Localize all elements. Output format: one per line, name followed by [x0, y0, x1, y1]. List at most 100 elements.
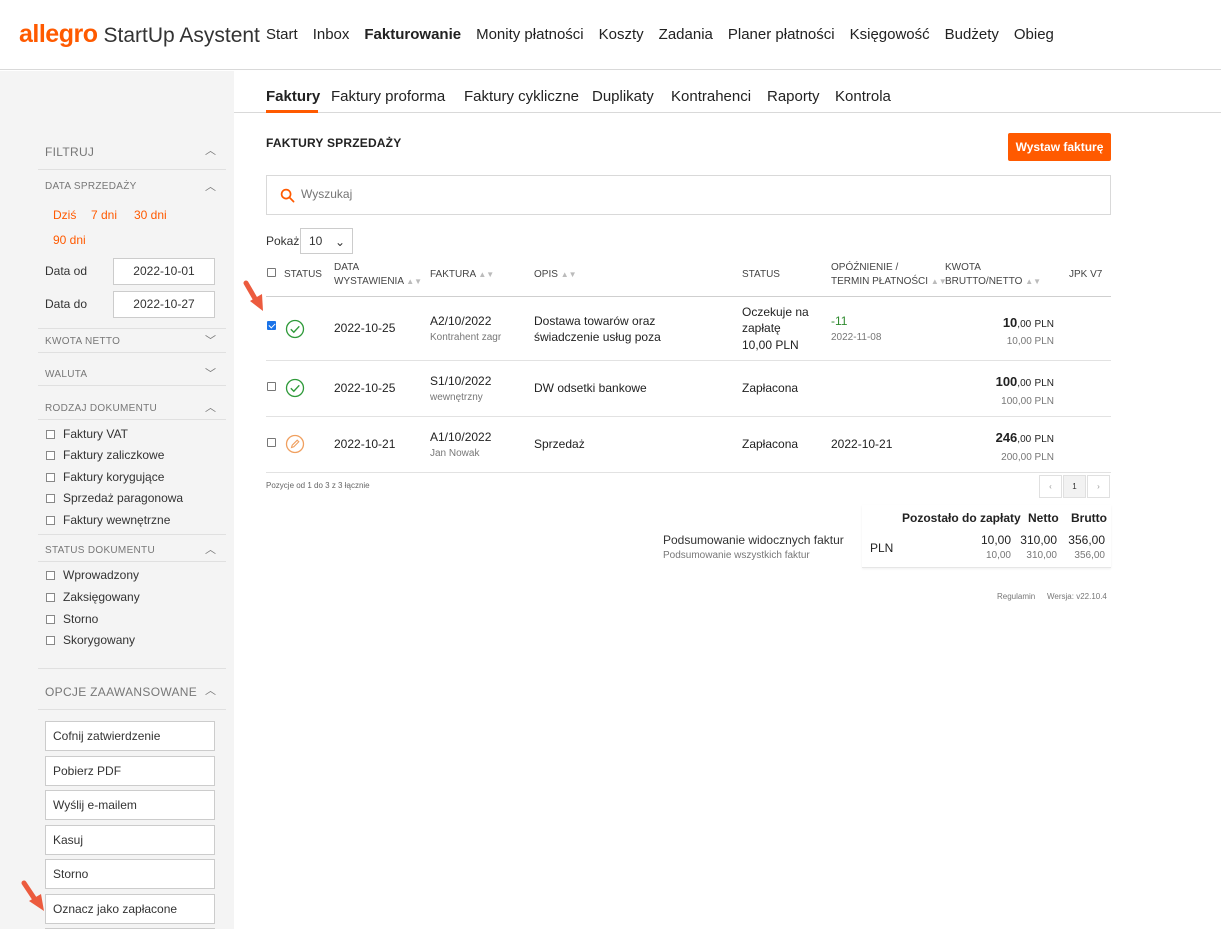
- chevron-up-icon[interactable]: ︿: [205, 146, 216, 157]
- tab-proforma[interactable]: Faktury proforma: [331, 88, 445, 105]
- tab-faktury[interactable]: Faktury: [266, 88, 320, 105]
- search-input[interactable]: [301, 187, 701, 201]
- next-page-button[interactable]: ›: [1087, 475, 1110, 498]
- tab-duplikaty[interactable]: Duplikaty: [592, 88, 654, 105]
- filter-entered[interactable]: Wprowadzony: [46, 568, 139, 582]
- nav-ksiegowosc[interactable]: Księgowość: [850, 26, 930, 43]
- new-invoice-button[interactable]: Wystaw fakturę: [1008, 133, 1111, 161]
- filter-vat[interactable]: Faktury VAT: [46, 427, 128, 441]
- col-delay-line1[interactable]: OPÓŹNIENIE /: [831, 261, 898, 275]
- quick-range-90d[interactable]: 90 dni: [53, 233, 86, 247]
- nav-monity[interactable]: Monity płatności: [476, 26, 584, 43]
- doc-type-title: RODZAJ DOKUMENTU: [45, 403, 158, 414]
- summary-all-label: Podsumowanie wszystkich faktur: [663, 550, 810, 561]
- filter-sidebar: FILTRUJ ︿ DATA SPRZEDAŻY ︿ Dziś 7 dni 30…: [0, 71, 234, 929]
- terms-link[interactable]: Regulamin: [997, 592, 1035, 601]
- checkbox[interactable]: [46, 635, 55, 645]
- checkbox[interactable]: [46, 472, 55, 482]
- checkbox[interactable]: [46, 450, 55, 460]
- sort-icon[interactable]: ▲▼: [406, 277, 422, 286]
- chevron-down-icon[interactable]: ﹀: [205, 336, 216, 347]
- select-all-checkbox[interactable]: [267, 268, 276, 277]
- filter-receipt[interactable]: Sprzedaż paragonowa: [46, 491, 183, 505]
- nav-start[interactable]: Start: [266, 26, 298, 43]
- filter-storno[interactable]: Storno: [46, 612, 98, 626]
- nav-planer[interactable]: Planer płatności: [728, 26, 835, 43]
- prev-page-button[interactable]: ‹: [1039, 475, 1062, 498]
- col-amount-line1[interactable]: KWOTA: [945, 261, 981, 275]
- row-checkbox[interactable]: [267, 321, 276, 330]
- divider: [38, 561, 226, 562]
- invoice-desc-line2: świadczenie usług poza: [534, 330, 661, 344]
- chevron-up-icon[interactable]: ︿: [205, 686, 216, 697]
- invoice-number[interactable]: S1/10/2022: [430, 373, 491, 389]
- date-from-label: Data od: [45, 264, 88, 278]
- quick-range-today[interactable]: Dziś: [53, 208, 76, 222]
- col-desc[interactable]: OPIS ▲▼: [534, 268, 577, 282]
- tab-kontrahenci[interactable]: Kontrahenci: [671, 88, 751, 105]
- mark-paid-button[interactable]: Oznacz jako zapłacone: [45, 894, 215, 924]
- checkbox[interactable]: [46, 429, 55, 439]
- undo-approval-button[interactable]: Cofnij zatwierdzenie: [45, 721, 215, 751]
- invoice-gross: 10,00 PLN: [1002, 315, 1054, 330]
- filter-booked[interactable]: Zaksięgowany: [46, 590, 140, 604]
- col-date-line1[interactable]: DATA: [334, 261, 359, 275]
- nav-koszty[interactable]: Koszty: [599, 26, 644, 43]
- download-pdf-button[interactable]: Pobierz PDF: [45, 756, 215, 786]
- invoice-date: 2022-10-25: [334, 321, 396, 335]
- chevron-up-icon[interactable]: ︿: [205, 545, 216, 556]
- storno-button[interactable]: Storno: [45, 859, 215, 889]
- invoice-subnav: Faktury Faktury proforma Faktury cyklicz…: [234, 71, 1221, 113]
- quick-range-30d[interactable]: 30 dni: [134, 208, 167, 222]
- invoice-number[interactable]: A2/10/2022: [430, 313, 491, 329]
- currency-title[interactable]: WALUTA: [45, 369, 87, 380]
- checkbox[interactable]: [46, 614, 55, 624]
- nav-obieg[interactable]: Obieg: [1014, 26, 1054, 43]
- date-to-input[interactable]: 2022-10-27: [113, 291, 215, 318]
- chevron-up-icon[interactable]: ︿: [205, 182, 216, 193]
- row-checkbox[interactable]: [267, 438, 276, 447]
- sort-icon[interactable]: ▲▼: [1025, 277, 1041, 286]
- invoice-due-date: 2022-10-21: [831, 437, 893, 451]
- nav-zadania[interactable]: Zadania: [659, 26, 713, 43]
- quick-range-7d[interactable]: 7 dni: [91, 208, 117, 222]
- filter-corrected[interactable]: Skorygowany: [46, 633, 135, 647]
- divider: [38, 419, 226, 420]
- page-size-select[interactable]: 10 ⌄: [300, 228, 353, 254]
- search-box[interactable]: [266, 175, 1111, 215]
- col-date-line2[interactable]: WYSTAWIENIA ▲▼: [334, 275, 422, 289]
- divider: [38, 169, 226, 170]
- date-from-input[interactable]: 2022-10-01: [113, 258, 215, 285]
- invoice-number[interactable]: A1/10/2022: [430, 429, 491, 445]
- col-invoice[interactable]: FAKTURA ▲▼: [430, 268, 494, 282]
- page-1-button[interactable]: 1: [1063, 475, 1086, 498]
- divider: [38, 352, 226, 353]
- sort-icon[interactable]: ▲▼: [561, 270, 577, 279]
- nav-fakturowanie[interactable]: Fakturowanie: [364, 26, 461, 43]
- checkbox[interactable]: [46, 592, 55, 602]
- row-checkbox[interactable]: [267, 382, 276, 391]
- checkbox[interactable]: [46, 493, 55, 503]
- sort-icon[interactable]: ▲▼: [478, 270, 494, 279]
- tab-raporty[interactable]: Raporty: [767, 88, 820, 105]
- tab-cykliczne[interactable]: Faktury cykliczne: [464, 88, 579, 105]
- delete-button[interactable]: Kasuj: [45, 825, 215, 855]
- nav-inbox[interactable]: Inbox: [313, 26, 350, 43]
- row-divider: [266, 416, 1111, 417]
- checkbox[interactable]: [46, 515, 55, 525]
- version-label: Wersja: v22.10.4: [1047, 592, 1107, 601]
- net-amount-title[interactable]: KWOTA NETTO: [45, 336, 120, 347]
- send-email-button[interactable]: Wyślij e-mailem: [45, 790, 215, 820]
- chevron-down-icon[interactable]: ﹀: [205, 369, 216, 380]
- col-amount-line2[interactable]: BRUTTO/NETTO ▲▼: [945, 275, 1041, 289]
- nav-budzety[interactable]: Budżety: [945, 26, 999, 43]
- filter-internal[interactable]: Faktury wewnętrzne: [46, 513, 170, 527]
- filter-advance[interactable]: Faktury zaliczkowe: [46, 448, 164, 462]
- app-logo[interactable]: allegro StartUp Asystent: [19, 20, 260, 49]
- divider: [38, 709, 226, 710]
- col-delay-line2[interactable]: TERMIN PŁATNOŚCI ▲▼: [831, 275, 947, 289]
- tab-kontrola[interactable]: Kontrola: [835, 88, 891, 105]
- checkbox[interactable]: [46, 570, 55, 580]
- filter-correcting[interactable]: Faktury korygujące: [46, 470, 164, 484]
- chevron-up-icon[interactable]: ︿: [205, 403, 216, 414]
